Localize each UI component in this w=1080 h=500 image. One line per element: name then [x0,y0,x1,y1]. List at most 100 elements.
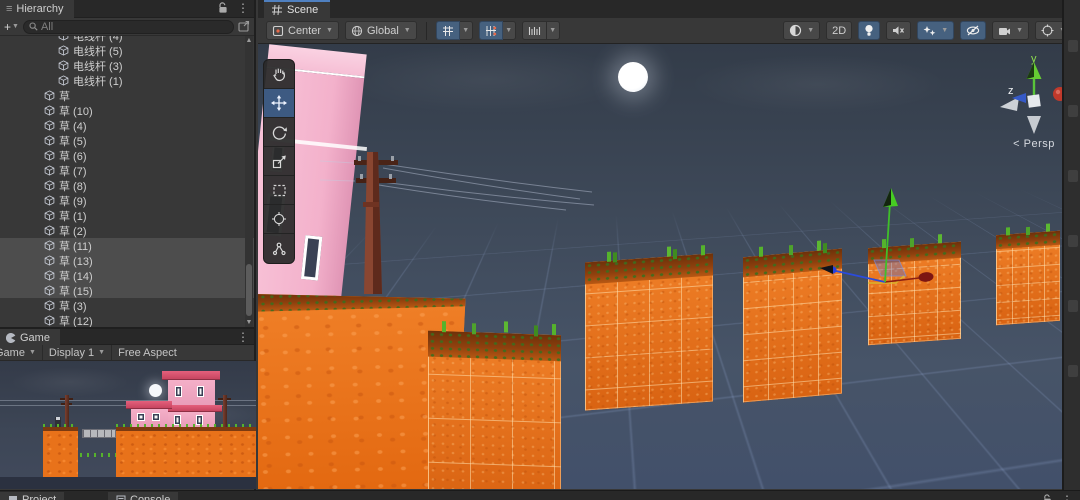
hierarchy-item[interactable]: 草 (15) [0,283,254,298]
orientation-dropdown[interactable]: Global▼ [345,21,417,40]
tab-project[interactable]: Project [0,492,64,500]
cube-icon [44,135,55,146]
stone-bridge [82,429,116,438]
grid-visibility-button[interactable] [436,21,460,40]
hierarchy-item[interactable]: 草 (3) [0,298,254,313]
game-toolbar: Game▼ Display 1▼ Free Aspect [0,345,254,361]
lighting-toggle-button[interactable] [858,21,880,40]
game-preview[interactable] [0,361,256,489]
hierarchy-item[interactable]: 草 (8) [0,178,254,193]
scrollbar-thumb[interactable] [246,264,252,316]
transform-tool-button[interactable] [264,205,294,234]
draw-mode-dropdown[interactable]: ▼ [783,21,820,40]
hamburger-icon: ≡ [6,3,12,15]
effects-dropdown[interactable]: ▼ [917,21,954,40]
scale-tool-button[interactable] [264,147,294,176]
hierarchy-item[interactable]: 草 (5) [0,133,254,148]
game-tabstrip: Game ⋮ [0,327,254,345]
unity-editor-window: ≡ Hierarchy ⋮ +▼ All [0,0,1080,500]
kebab-menu-icon[interactable]: ⋮ [236,1,250,15]
kebab-menu-icon[interactable]: ⋮ [1060,493,1074,500]
right-collapsed-strip[interactable] [1062,0,1080,490]
cube-icon [58,75,69,86]
cube-icon [44,300,55,311]
cube-icon [44,225,55,236]
lock-icon[interactable] [218,2,228,14]
search-icon [29,22,38,31]
hierarchy-item[interactable]: 草 (4) [0,118,254,133]
hierarchy-search-input[interactable]: All [23,20,234,34]
hierarchy-item[interactable]: 电线杆 (4) [0,36,254,43]
hierarchy-item[interactable]: 草 (9) [0,193,254,208]
2d-toggle-button[interactable]: 2D [826,21,852,40]
measure-tool-button[interactable] [522,21,547,40]
add-object-button[interactable]: +▼ [4,20,19,34]
hierarchy-item[interactable]: 草 (12) [0,313,254,327]
rect-tool-button[interactable] [264,176,294,205]
cube-icon [44,195,55,206]
scene-toolbar: Center▼ Global▼ ▼ ▼ [258,18,1080,44]
cube-icon [44,165,55,176]
hierarchy-item[interactable]: 草 (6) [0,148,254,163]
axis-z-label: z [1008,85,1014,97]
rotate-tool-button[interactable] [264,118,294,147]
lock-icon[interactable] [1043,494,1052,500]
house-window [152,413,160,421]
custom-tool-button[interactable] [264,234,294,263]
house-roof [162,371,220,380]
cube-icon [44,270,55,281]
hierarchy-item[interactable]: 草 (13) [0,253,254,268]
grid-visibility-arrow[interactable]: ▼ [460,21,473,40]
hand-tool-button[interactable] [264,60,294,89]
hierarchy-item[interactable]: 草 [0,88,254,103]
cube-icon [58,45,69,56]
house-window [175,386,182,397]
hierarchy-toolbar: +▼ All [0,18,254,36]
house-annex-roof [126,401,172,409]
pivot-mode-dropdown[interactable]: Center▼ [266,21,339,40]
game-moon [149,384,162,397]
game-icon [6,333,16,343]
tab-console[interactable]: Console [108,492,178,500]
hierarchy-item[interactable]: 草 (10) [0,103,254,118]
cube-icon [44,255,55,266]
move-tool-button[interactable] [264,89,294,118]
snap-increment-arrow[interactable]: ▼ [503,21,516,40]
cube-icon [44,240,55,251]
hierarchy-item[interactable]: 草 (7) [0,163,254,178]
terrain-ground [116,427,256,477]
measure-tool-arrow[interactable]: ▼ [547,21,560,40]
hierarchy-item[interactable]: 电线杆 (1) [0,73,254,88]
move-gizmo[interactable] [258,44,1080,489]
tab-scene[interactable]: Scene [264,0,330,18]
snap-increment-button[interactable] [479,21,503,40]
cube-icon [58,36,69,41]
hierarchy-item[interactable]: 草 (14) [0,268,254,283]
popout-window-icon[interactable] [238,21,250,32]
cube-icon [58,60,69,71]
display-select-dropdown[interactable]: Display 1▼ [43,345,111,361]
cube-icon [44,105,55,116]
kebab-menu-icon[interactable]: ⋮ [236,330,250,344]
hierarchy-item[interactable]: 电线杆 (3) [0,58,254,73]
cube-icon [44,210,55,221]
hidden-objects-button[interactable] [960,21,986,40]
aspect-ratio-dropdown[interactable]: Free Aspect [112,345,183,361]
tab-hierarchy[interactable]: ≡ Hierarchy [0,0,74,18]
camera-settings-dropdown[interactable]: ▼ [992,21,1029,40]
cube-icon [44,315,55,326]
cube-icon [44,120,55,131]
audio-toggle-button[interactable] [886,21,911,40]
scene-panel: Scene ⋮ Center▼ Global▼ ▼ [258,0,1080,490]
hierarchy-item[interactable]: 草 (1) [0,208,254,223]
scene-tabstrip: Scene ⋮ [258,0,1080,18]
hierarchy-scrollbar[interactable]: ▲ ▼ [245,36,253,327]
left-column: ≡ Hierarchy ⋮ +▼ All [0,0,256,500]
hierarchy-item[interactable]: 草 (11) [0,238,254,253]
hierarchy-item[interactable]: 电线杆 (5) [0,43,254,58]
scene-viewport[interactable]: y z x < Persp [258,44,1080,489]
hierarchy-list: 电线杆 (4) 电线杆 (5) 电线杆 (3) [0,36,254,327]
game-display-mode-dropdown[interactable]: Game▼ [0,345,42,361]
cube-icon [44,90,55,101]
hierarchy-item[interactable]: 草 (2) [0,223,254,238]
